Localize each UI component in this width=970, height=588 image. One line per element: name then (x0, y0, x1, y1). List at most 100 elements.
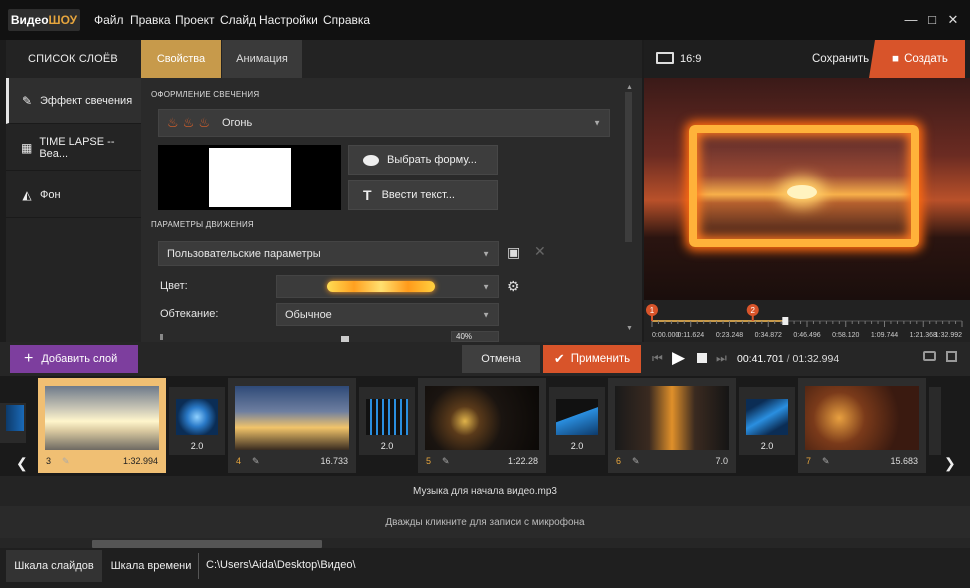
microphone-track[interactable]: Дважды кликните для записи с микрофона (0, 506, 970, 538)
slide-thumbnail (235, 386, 349, 450)
transition-thumbnail (366, 399, 408, 435)
fullscreen-icon[interactable] (946, 351, 957, 362)
layers-list: ✎ Эффект свечения ▦ TIME LAPSE -- Bea... ◭… (6, 78, 141, 342)
layer-item-background[interactable]: ◭ Фон (6, 172, 141, 218)
transition-item[interactable]: 2.0 (739, 387, 795, 455)
slide-thumbnail (45, 386, 159, 450)
menu-help[interactable]: Справка (323, 13, 370, 27)
color-label: Цвет: (160, 280, 188, 292)
slide-item[interactable]: 4 ✎ 16.733 (228, 378, 356, 473)
glow-preset-select[interactable]: ♨ ♨ ♨ Огонь ▼ (158, 109, 610, 137)
timeline-tick-label: 1:21.368 (910, 332, 937, 339)
create-button[interactable]: ■ Создать (875, 40, 965, 78)
scroll-down-icon[interactable]: ▼ (626, 325, 633, 332)
slide-partial[interactable] (0, 403, 26, 443)
plus-icon: + (24, 350, 34, 367)
timeline-ruler[interactable]: 0:00.0000:11.624 0:23.248 0:34.872 0:46.496… (644, 300, 970, 342)
transition-item[interactable]: 2.0 (169, 387, 225, 455)
monitor-icon[interactable] (656, 52, 674, 64)
choose-shape-button[interactable]: Выбрать форму... (348, 145, 498, 175)
timeline-tick-label: 1:09.744 (871, 332, 898, 339)
timeline-tick-label: 0:34.872 (755, 332, 782, 339)
transition-item[interactable]: 2.0 (359, 387, 415, 455)
slide-item[interactable]: 7 ✎ 15.683 (798, 378, 926, 473)
slide-item[interactable]: 6 ✎ 7.0 (608, 378, 736, 473)
delete-preset-icon[interactable]: ✕ (534, 243, 546, 260)
transition-item[interactable]: 2.0 (549, 387, 605, 455)
cancel-button[interactable]: Отмена (462, 345, 540, 373)
create-button-edge (869, 40, 875, 78)
color-picker[interactable]: ▼ (276, 275, 499, 298)
save-preset-icon[interactable]: ▣ (507, 244, 523, 261)
snapshot-icon[interactable] (923, 351, 936, 361)
timeline-tick-label: 0:46.496 (793, 332, 820, 339)
tab-slide-timeline[interactable]: Шкала слайдов (6, 550, 102, 582)
gear-icon[interactable]: ⚙ (507, 278, 520, 295)
flow-label: Обтекание: (160, 308, 219, 320)
menu-settings[interactable]: Настройки (259, 13, 318, 27)
layers-list-title: СПИСОК СЛОЁВ (28, 53, 118, 65)
sun (787, 185, 817, 199)
film-camera-icon: ■ (892, 53, 900, 65)
app-logo: Видео ШОУ (8, 9, 80, 31)
glow-frame (689, 125, 919, 247)
partial-value[interactable]: 40% (451, 331, 499, 342)
slide-partial[interactable] (929, 387, 941, 455)
menu-project[interactable]: Проект (175, 13, 215, 27)
previous-icon[interactable]: ⏮ (652, 351, 663, 366)
close-button[interactable]: ✕ (945, 12, 961, 28)
maximize-button[interactable]: □ (924, 12, 940, 28)
minimize-button[interactable]: — (903, 12, 919, 28)
apply-button[interactable]: ✔ Применить (543, 345, 641, 373)
scroll-right-icon[interactable]: ❯ (944, 455, 956, 472)
time-readout: 00:41.701 / 01:32.994 (737, 353, 840, 365)
transition-thumbnail (176, 399, 218, 435)
stop-icon[interactable] (697, 353, 707, 363)
timeline-marker-label: 1 (650, 306, 655, 315)
chevron-down-icon: ▼ (482, 249, 490, 258)
properties-panel: ОФОРМЛЕНИЕ СВЕЧЕНИЯ ♨ ♨ ♨ Огонь ▼ Выбрат… (141, 78, 642, 342)
chevron-down-icon: ▼ (482, 310, 490, 319)
aspect-ratio[interactable]: 16:9 (680, 53, 701, 65)
save-button[interactable]: Сохранить (812, 53, 869, 65)
layer-item-timelapse[interactable]: ▦ TIME LAPSE -- Bea... (6, 125, 141, 171)
checkmark-icon: ✔ (553, 351, 565, 366)
tab-time-timeline[interactable]: Шкала времени (104, 550, 198, 582)
transition-thumbnail (746, 399, 788, 435)
pencil-icon[interactable]: ✎ (252, 456, 260, 467)
paint-bucket-icon: ◭ (22, 187, 32, 202)
add-layer-button[interactable]: + Добавить слой (10, 345, 138, 373)
music-track[interactable]: Музыка для начала видео.mp3 (0, 476, 970, 506)
chevron-down-icon: ▼ (593, 118, 601, 128)
slide-thumbnail (425, 386, 539, 450)
tab-properties[interactable]: Свойства (141, 40, 221, 84)
fire-icon: ♨ (182, 115, 195, 130)
motion-preset-select[interactable]: Пользовательские параметры ▼ (158, 241, 499, 266)
timeline-tick-label: 0:58.120 (832, 332, 859, 339)
fire-color-swatch (327, 281, 435, 292)
pencil-icon[interactable]: ✎ (442, 456, 450, 467)
timeline-playhead[interactable] (782, 317, 789, 325)
play-icon[interactable]: ▶ (672, 348, 685, 368)
scroll-left-icon[interactable]: ❮ (16, 455, 28, 472)
fire-icon: ♨ (198, 115, 210, 130)
enter-text-button[interactable]: T Ввести текст... (348, 180, 498, 210)
scroll-up-icon[interactable]: ▲ (626, 84, 633, 91)
layer-item-glow[interactable]: ✎ Эффект свечения (6, 78, 141, 124)
pencil-icon[interactable]: ✎ (632, 456, 640, 467)
pencil-icon[interactable]: ✎ (822, 456, 830, 467)
wand-icon: ✎ (21, 93, 33, 108)
partial-label (160, 334, 163, 340)
menu-slide[interactable]: Слайд (220, 13, 256, 27)
timeline-tick-label: 1:32.992 (935, 332, 962, 339)
slide-item[interactable]: 3 ✎ 1:32.994 (38, 378, 166, 473)
menu-file[interactable]: Файл (94, 13, 124, 27)
props-scrollbar[interactable] (625, 92, 632, 242)
menu-edit[interactable]: Правка (130, 13, 171, 27)
tab-animation[interactable]: Анимация (222, 40, 302, 78)
next-icon[interactable]: ⏭ (716, 351, 727, 366)
flow-select[interactable]: Обычное ▼ (276, 303, 499, 326)
scrollbar-thumb[interactable] (92, 540, 322, 548)
pencil-icon[interactable]: ✎ (62, 456, 70, 467)
slide-item[interactable]: 5 ✎ 1:22.28 (418, 378, 546, 473)
